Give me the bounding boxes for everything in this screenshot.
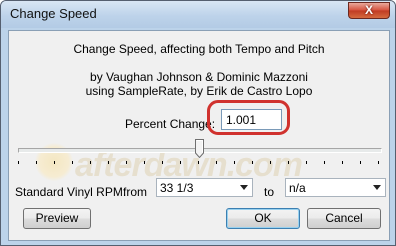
- change-speed-dialog: Change Speed X Change Speed, affecting b…: [0, 0, 396, 246]
- slider-ticks: [18, 161, 382, 164]
- chevron-down-icon: [240, 185, 248, 190]
- slider-tick: [90, 161, 91, 164]
- slider-tick: [180, 161, 181, 164]
- to-rpm-select[interactable]: n/a: [285, 178, 386, 197]
- percent-change-label: Percent Change:: [125, 117, 216, 131]
- slider-tick: [108, 161, 109, 164]
- slider-tick: [306, 161, 307, 164]
- slider-tick: [378, 161, 379, 164]
- slider-tick: [18, 161, 19, 164]
- slider-tick: [234, 161, 235, 164]
- percent-change-input[interactable]: [221, 109, 282, 130]
- slider-tick: [360, 161, 361, 164]
- close-button[interactable]: X: [348, 2, 390, 19]
- slider-tick: [162, 161, 163, 164]
- close-icon: X: [364, 3, 373, 17]
- slider-tick: [288, 161, 289, 164]
- slider-tick: [72, 161, 73, 164]
- from-label: from: [123, 185, 147, 199]
- slider-tick: [198, 161, 199, 164]
- to-rpm-value: n/a: [289, 181, 306, 195]
- slider-tick: [252, 161, 253, 164]
- to-label: to: [264, 185, 275, 199]
- preview-button[interactable]: Preview: [23, 208, 91, 229]
- cancel-button[interactable]: Cancel: [307, 208, 381, 229]
- from-rpm-value: 33 1/3: [160, 181, 194, 195]
- vinyl-rpm-label: Standard Vinyl RPM:: [15, 185, 127, 199]
- credits-line-1: by Vaughan Johnson & Dominic Mazzoni: [90, 70, 308, 84]
- slider-tick: [144, 161, 145, 164]
- title-bar[interactable]: Change Speed X: [1, 1, 395, 28]
- slider-tick: [216, 161, 217, 164]
- slider-tick: [324, 161, 325, 164]
- slider-tick: [126, 161, 127, 164]
- credits-line-2: using SampleRate, by Erik de Castro Lopo: [85, 84, 313, 98]
- slider-tick: [270, 161, 271, 164]
- slider-tick: [54, 161, 55, 164]
- ok-button[interactable]: OK: [226, 208, 300, 229]
- slider-thumb[interactable]: [194, 139, 204, 158]
- window-title: Change Speed: [10, 6, 97, 21]
- dialog-body: Change Speed, affecting both Tempo and P…: [8, 30, 390, 241]
- slider-tick: [342, 161, 343, 164]
- from-rpm-select[interactable]: 33 1/3: [156, 178, 253, 197]
- slider-tick: [36, 161, 37, 164]
- chevron-down-icon: [373, 185, 381, 190]
- dialog-heading: Change Speed, affecting both Tempo and P…: [73, 42, 325, 56]
